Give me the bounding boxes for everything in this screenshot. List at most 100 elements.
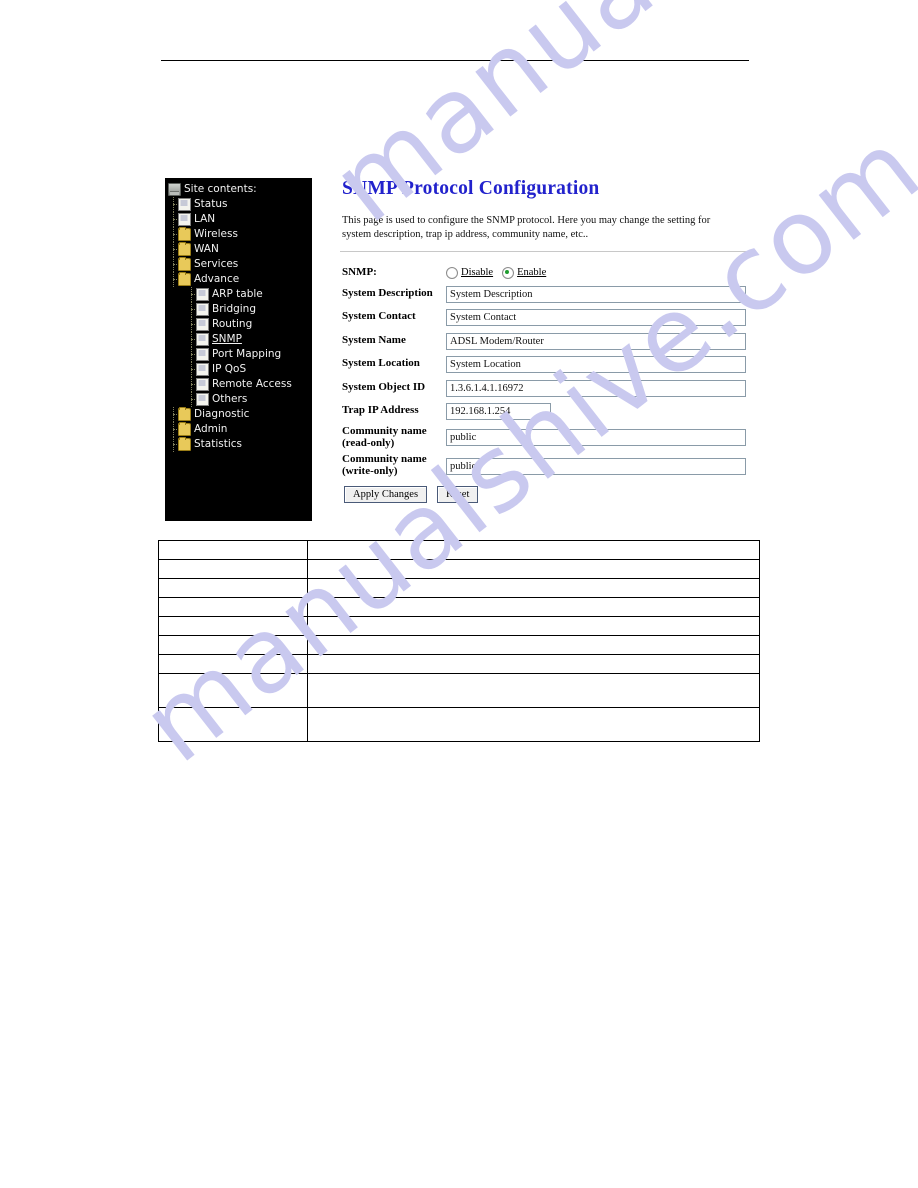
table-cell-label [158,540,308,560]
sidebar-item-label: Others [212,393,248,405]
sidebar-item-admin[interactable]: Admin [165,422,312,437]
table-row [158,635,760,655]
snmp-radio-disable[interactable]: Disable [446,266,494,279]
page-icon [178,198,191,211]
sidebar-item-ip-qos[interactable]: IP QoS [165,362,312,377]
snmp-radio-disable-label: Disable [461,267,494,278]
sidebar-item-advance[interactable]: Advance [165,272,312,287]
sidebar-item-snmp[interactable]: SNMP [165,332,312,347]
form-row-system-contact: System Contact [342,307,752,326]
sidebar-item-statistics[interactable]: Statistics [165,437,312,452]
sidebar-item-wireless[interactable]: Wireless [165,227,312,242]
snmp-radio-enable-label: Enable [517,267,547,278]
table-cell-value [307,635,760,655]
form-row-snmp: SNMP: Disable Enable [342,266,752,279]
system-name-input[interactable] [446,332,746,350]
page-description: This page is used to configure the SNMP … [342,215,711,240]
sidebar-item-remote-access[interactable]: Remote Access [165,377,312,392]
table-cell-value [307,578,760,598]
page-icon [196,378,209,391]
sidebar-item-site-contents: Site contents: [165,182,312,197]
sidebar-item-label: Diagnostic [194,408,250,420]
system-object-id-input[interactable] [446,379,746,397]
form-row-system-location: System Location [342,354,752,373]
table-row [158,540,760,560]
community-name-read-only-input[interactable] [446,429,746,446]
sidebar-item-lan[interactable]: LAN [165,212,312,227]
sidebar-item-label: Site contents: [184,183,257,195]
form-buttons: Apply Changes Reset [344,486,752,503]
sidebar-item-services[interactable]: Services [165,257,312,272]
snmp-radio-enable[interactable]: Enable [502,266,547,279]
sidebar-item-label: LAN [194,213,216,225]
page-icon [196,348,209,361]
label-line-1: Community name [342,424,427,437]
form-row-community-name-write-only: Community name (write-only) [342,453,752,477]
sidebar-item-bridging[interactable]: Bridging [165,302,312,317]
system-object-id-label: System Object ID [342,380,426,393]
sidebar-item-routing[interactable]: Routing [165,317,312,332]
table-cell-label [158,635,308,655]
folder-icon [178,437,191,451]
sidebar-item-label: Status [194,198,228,210]
system-description-label: System Description [342,286,433,299]
site-tree: Site contents: Status LAN Wireless WAN Servic… [165,178,312,452]
table-cell-label [158,597,308,617]
bottom-table [158,540,760,742]
table-row [158,654,760,674]
radio-dot-disable[interactable] [446,266,458,279]
sidebar-item-label: IP QoS [212,363,247,375]
page-icon [196,393,209,406]
community-name-read-only-label: Community name (read-only) [342,425,446,449]
sidebar-item-wan[interactable]: WAN [165,242,312,257]
sidebar-item-others[interactable]: Others [165,392,312,407]
table-row [158,707,760,742]
section-divider [340,251,750,252]
form-row-trap-ip-address: Trap IP Address [342,401,752,420]
apply-changes-button[interactable]: Apply Changes [344,486,428,503]
main-content: SNMP Protocol Configuration This page is… [340,178,752,503]
system-contact-input[interactable] [446,309,746,326]
system-description-input[interactable] [446,285,746,303]
folder-icon [178,257,191,271]
trap-ip-address-input[interactable] [446,403,551,420]
table-cell-value [307,616,760,636]
table-row [158,673,760,708]
radio-dot-enable[interactable] [502,266,515,279]
sidebar-item-port-mapping[interactable]: Port Mapping [165,347,312,362]
table-cell-label [158,654,308,674]
page-title: SNMP Protocol Configuration [342,178,600,199]
page-icon [196,288,209,301]
page-icon [196,303,209,316]
page-icon [196,363,209,376]
form-field-rows: System Description System Contact System N… [342,284,752,477]
page-icon [196,318,209,331]
table-cell-label [158,707,308,742]
sidebar-item-diagnostic[interactable]: Diagnostic [165,407,312,422]
sidebar-item-arp-table[interactable]: ARP table [165,287,312,302]
table-cell-value [307,559,760,579]
table-row [158,597,760,617]
table-row [158,578,760,598]
page-icon [196,333,209,346]
sidebar-item-label: Admin [194,423,228,435]
table-cell-value [307,540,760,560]
system-contact-label: System Contact [342,310,416,322]
page-icon [178,213,191,226]
sidebar-item-label: Bridging [212,303,257,315]
community-name-write-only-input[interactable] [446,457,746,475]
folder-icon [178,242,191,256]
table-cell-value [307,654,760,674]
trap-ip-address-label: Trap IP Address [342,404,419,416]
label-line-2: (read-only) [342,436,395,449]
sidebar-item-status[interactable]: Status [165,197,312,212]
site-contents-sidebar: Site contents: Status LAN Wireless WAN Servic… [165,178,312,521]
sidebar-item-label: ARP table [212,288,263,300]
table-row [158,616,760,636]
system-location-input[interactable] [446,356,746,373]
table-cell-label [158,559,308,579]
folder-icon [178,227,191,241]
system-name-label: System Name [342,333,406,346]
table-cell-label [158,616,308,636]
reset-button[interactable]: Reset [437,486,479,503]
